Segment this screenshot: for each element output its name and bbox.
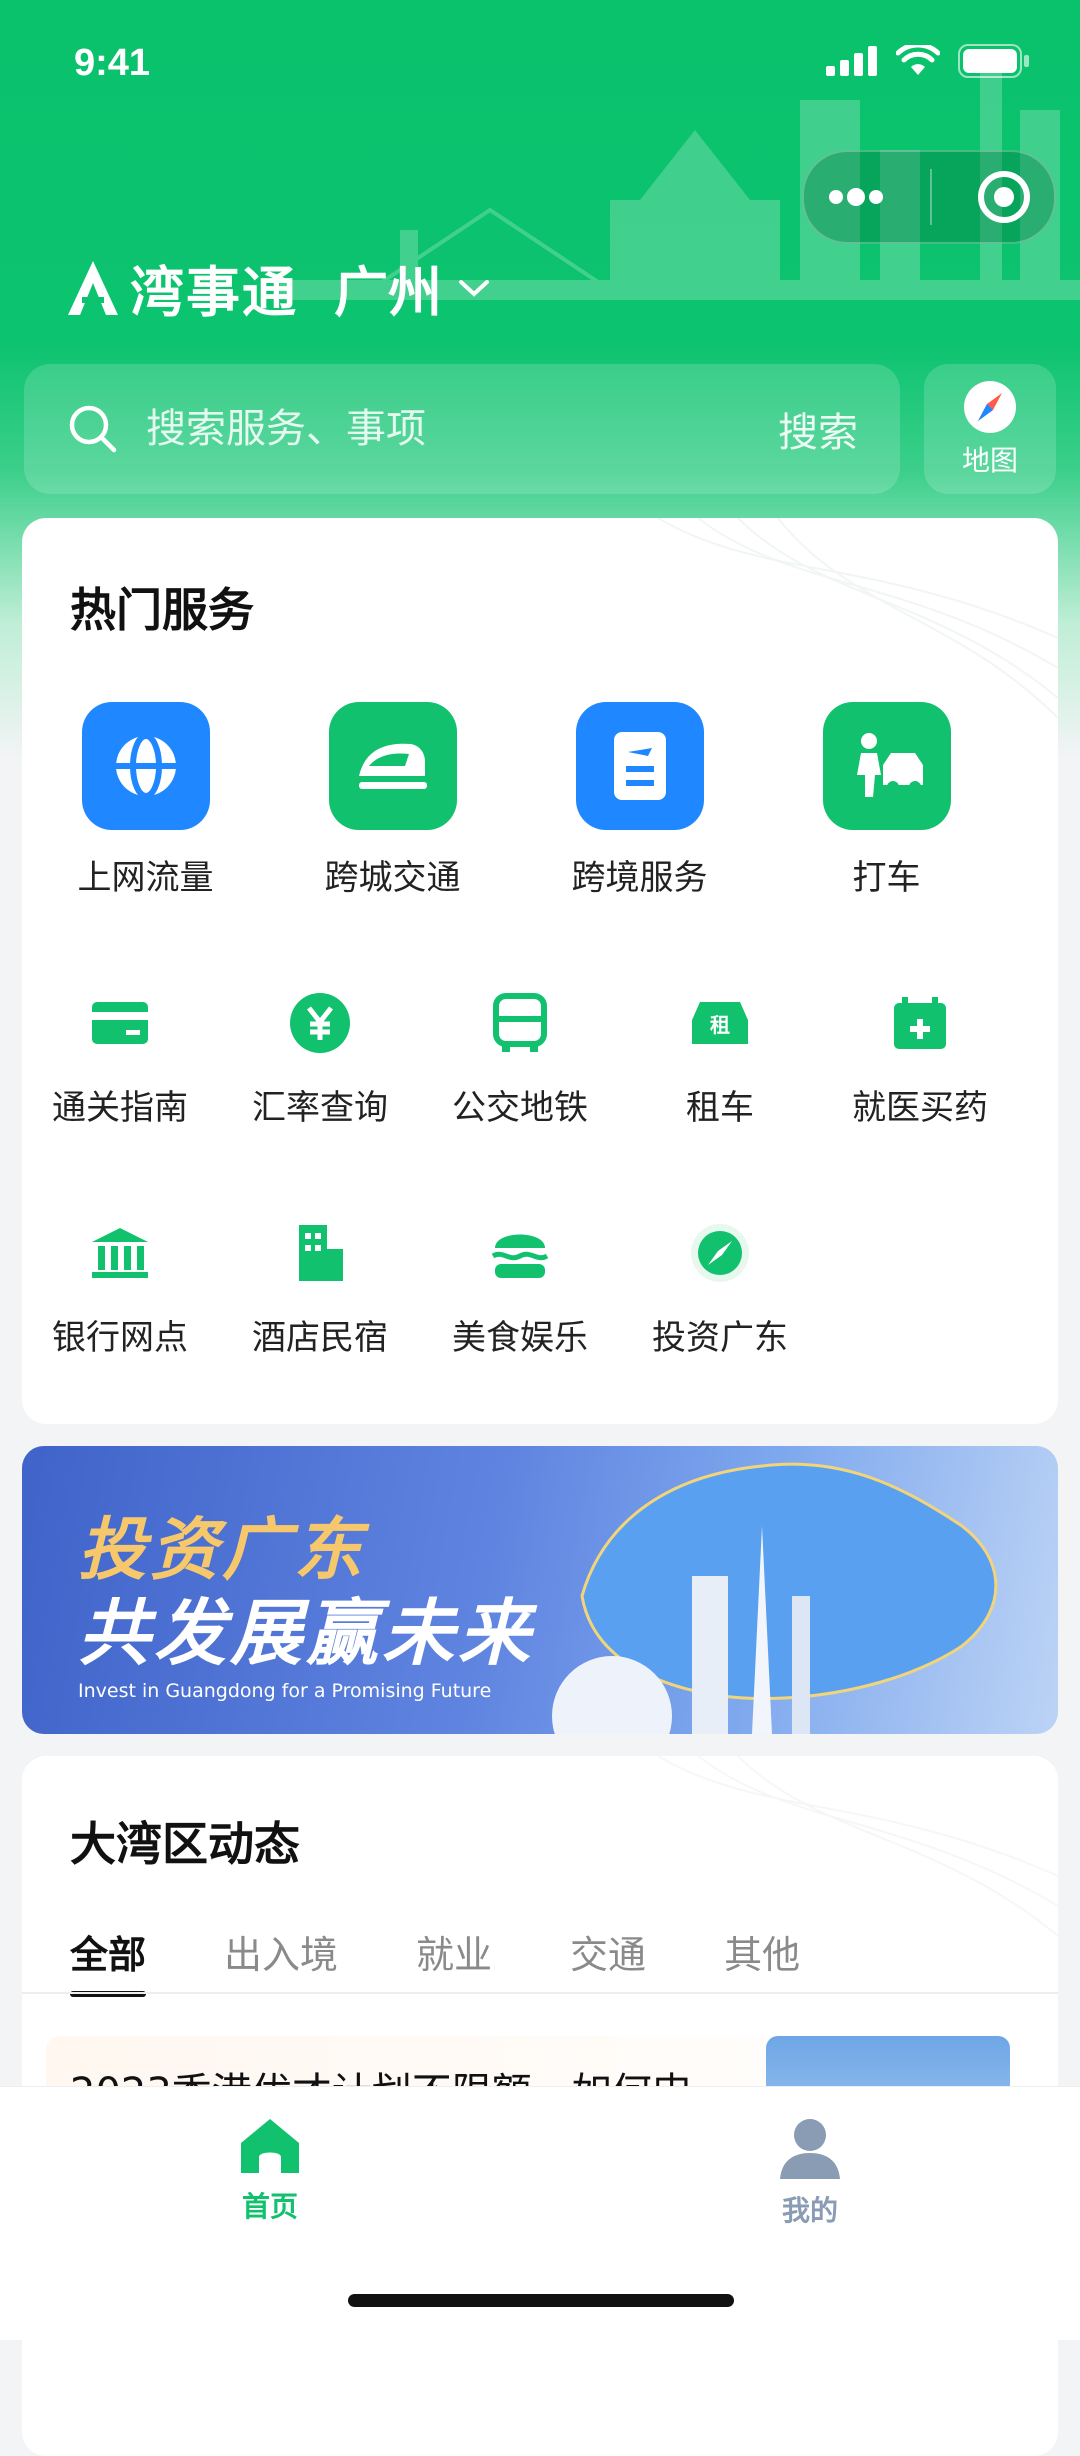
capsule-divider bbox=[930, 169, 932, 225]
search-bar[interactable]: 搜索 bbox=[24, 364, 900, 494]
card-icon bbox=[85, 988, 155, 1058]
service-customs-guide[interactable]: 通关指南 bbox=[22, 988, 220, 1129]
battery-icon bbox=[958, 44, 1029, 78]
service-label: 就医买药 bbox=[852, 1088, 988, 1128]
banner-subtitle: Invest in Guangdong for a Promising Futu… bbox=[78, 1680, 492, 1702]
search-button[interactable]: 搜索 bbox=[778, 400, 858, 458]
service-label: 跨城交通 bbox=[324, 858, 461, 898]
tab-all[interactable]: 全部 bbox=[70, 1924, 147, 1997]
service-label: 美食娱乐 bbox=[452, 1318, 588, 1358]
service-label: 上网流量 bbox=[77, 858, 214, 898]
invest-guangdong-banner[interactable]: 投资广东 共发展赢未来 Invest in Guangdong for a Pr… bbox=[22, 1446, 1058, 1734]
status-icons bbox=[826, 44, 1030, 78]
service-label: 银行网点 bbox=[52, 1318, 188, 1358]
hot-services-card: 热门服务 上网流量 跨城交通 跨境服务 打车 通关指南 汇率查询 公交地铁 租 … bbox=[22, 518, 1058, 1424]
tabbar-home-label: 首页 bbox=[241, 2190, 298, 2223]
service-label: 跨境服务 bbox=[571, 858, 708, 898]
search-icon bbox=[69, 405, 117, 453]
yen-icon bbox=[285, 988, 355, 1058]
service-food[interactable]: 美食娱乐 bbox=[420, 1218, 620, 1359]
train-icon bbox=[328, 702, 457, 830]
tabbar-home[interactable]: 首页 bbox=[170, 2117, 370, 2225]
svg-text:租: 租 bbox=[710, 1013, 730, 1037]
bank-icon bbox=[85, 1218, 155, 1288]
service-internet[interactable]: 上网流量 bbox=[22, 702, 269, 899]
wifi-icon bbox=[896, 45, 940, 75]
tab-transport[interactable]: 交通 bbox=[570, 1924, 646, 1997]
service-label: 投资广东 bbox=[652, 1318, 788, 1358]
tab-immigration[interactable]: 出入境 bbox=[224, 1924, 338, 1997]
globe-icon bbox=[81, 702, 210, 830]
main-services-grid: 上网流量 跨城交通 跨境服务 打车 bbox=[22, 702, 1058, 899]
news-tabs: 全部 出入境 就业 交通 其他 bbox=[70, 1924, 878, 1997]
search-input[interactable] bbox=[144, 405, 778, 453]
service-label: 打车 bbox=[852, 858, 921, 898]
services-row-2: 银行网点 酒店民宿 美食娱乐 投资广东 bbox=[22, 1218, 1056, 1359]
brand-name: 湾事通 bbox=[130, 261, 298, 324]
tab-employment[interactable]: 就业 bbox=[416, 1924, 492, 1997]
map-button[interactable]: 地图 bbox=[924, 364, 1056, 494]
service-medical[interactable]: 就医买药 bbox=[820, 988, 1020, 1129]
chevron-down-icon[interactable] bbox=[458, 278, 490, 298]
compass-icon bbox=[964, 381, 1016, 433]
banner-title-2: 共发展赢未来 bbox=[78, 1591, 535, 1675]
news-title: 大湾区动态 bbox=[70, 1817, 300, 1871]
bus-icon bbox=[485, 988, 555, 1058]
burger-icon bbox=[485, 1218, 555, 1288]
service-invest[interactable]: 投资广东 bbox=[620, 1218, 820, 1359]
service-taxi[interactable]: 打车 bbox=[763, 702, 1010, 899]
service-exchange-rate[interactable]: 汇率查询 bbox=[220, 988, 420, 1129]
taxi-icon bbox=[822, 702, 951, 830]
hot-services-title: 热门服务 bbox=[70, 583, 254, 637]
tabs-divider bbox=[22, 1992, 1058, 1994]
map-illustration bbox=[552, 1462, 998, 1734]
service-transit[interactable]: 公交地铁 bbox=[420, 988, 620, 1129]
tab-other[interactable]: 其他 bbox=[724, 1924, 800, 1997]
mini-program-capsule bbox=[802, 150, 1056, 244]
service-label: 通关指南 bbox=[52, 1088, 188, 1128]
service-hotel[interactable]: 酒店民宿 bbox=[220, 1218, 420, 1359]
service-label: 酒店民宿 bbox=[252, 1318, 388, 1358]
building-icon bbox=[285, 1218, 355, 1288]
status-bar: 9:41 bbox=[0, 0, 1080, 130]
service-intercity[interactable]: 跨城交通 bbox=[269, 702, 516, 899]
boarding-pass-icon bbox=[575, 702, 704, 830]
more-icon[interactable] bbox=[826, 187, 886, 207]
service-cross-border[interactable]: 跨境服务 bbox=[516, 702, 763, 899]
services-row-1: 通关指南 汇率查询 公交地铁 租 租车 就医买药 bbox=[22, 988, 1056, 1129]
tabbar-me[interactable]: 我的 bbox=[710, 2117, 910, 2229]
user-icon bbox=[780, 2119, 840, 2179]
close-target-icon[interactable] bbox=[976, 169, 1032, 225]
service-label: 公交地铁 bbox=[452, 1088, 588, 1128]
tabbar-me-label: 我的 bbox=[781, 2194, 838, 2227]
signal-icon bbox=[826, 46, 877, 76]
city-selector[interactable]: 广州 bbox=[334, 248, 442, 327]
status-time: 9:41 bbox=[74, 42, 151, 84]
service-label: 汇率查询 bbox=[252, 1088, 388, 1128]
service-label: 租车 bbox=[686, 1088, 754, 1128]
medical-kit-icon bbox=[885, 988, 955, 1058]
invest-compass-icon bbox=[685, 1218, 755, 1288]
map-label: 地图 bbox=[961, 444, 1018, 477]
rent-car-icon: 租 bbox=[685, 988, 755, 1058]
contour-decoration bbox=[657, 518, 1058, 718]
home-icon bbox=[241, 2119, 299, 2173]
home-indicator bbox=[348, 2294, 734, 2307]
brand-header: 湾事通 广州 bbox=[66, 248, 490, 327]
service-car-rental[interactable]: 租 租车 bbox=[620, 988, 820, 1129]
brand-logo-icon bbox=[68, 260, 118, 315]
service-bank[interactable]: 银行网点 bbox=[22, 1218, 220, 1359]
